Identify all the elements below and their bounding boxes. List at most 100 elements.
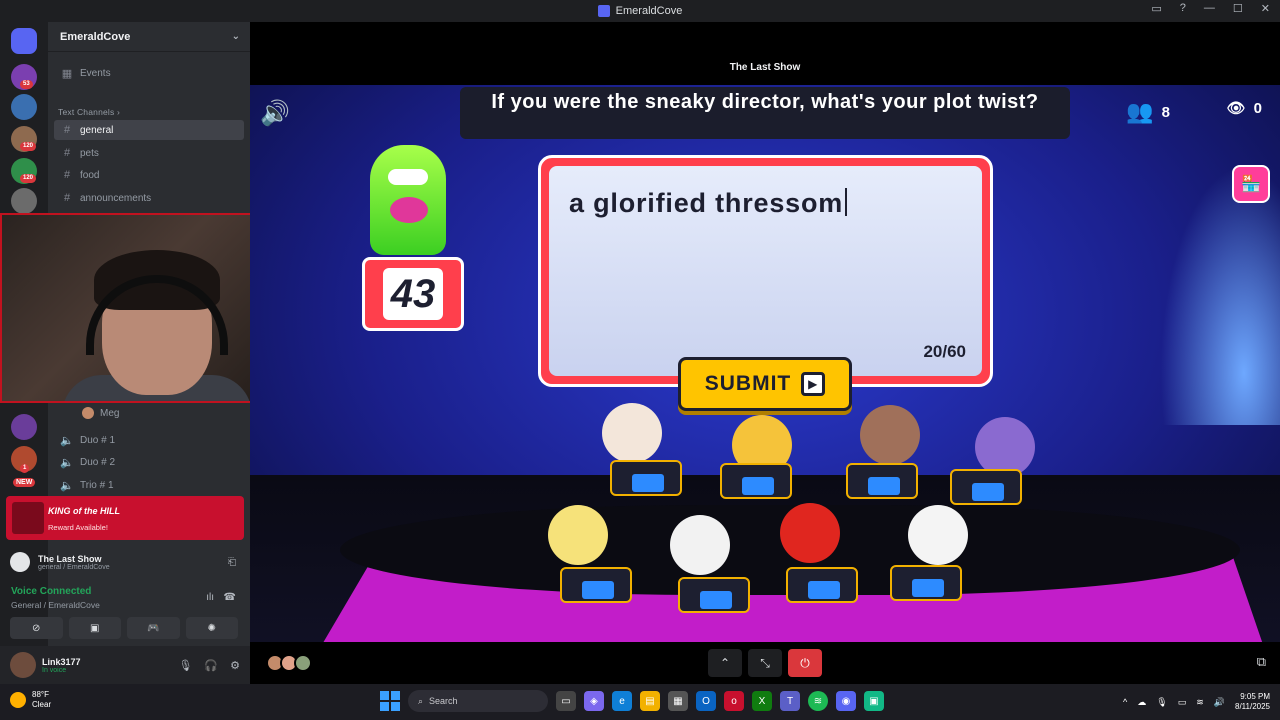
headphones-icon[interactable]: 🎧 [204, 659, 218, 672]
chevron-up-icon[interactable]: ⌃ [708, 649, 742, 677]
channel-announcements[interactable]: # announcements [54, 188, 244, 208]
clock-date: 8/11/2025 [1235, 702, 1270, 711]
voice-connected-label: Voice Connected [11, 586, 92, 597]
game-view: 🔊 If you were the sneaky director, what'… [250, 85, 1280, 660]
voice-channel-trio-1[interactable]: 🔈 Trio # 1 [54, 475, 244, 495]
display-icon[interactable]: ▭ [1178, 697, 1187, 708]
folder-icon[interactable]: ▤ [640, 691, 660, 711]
activity-card[interactable]: The Last Show general / EmeraldCove ⎗ [6, 548, 244, 576]
category-text-channels[interactable]: Text Channels › [58, 107, 120, 117]
close-icon[interactable]: ✕ [1261, 2, 1270, 15]
player-avatar [975, 417, 1035, 477]
countdown-timer: 43 [362, 257, 464, 331]
popout-icon[interactable]: ⧉ [1257, 654, 1266, 670]
maximize-icon[interactable]: ☐ [1233, 2, 1243, 15]
task-view-icon[interactable]: ▭ [556, 691, 576, 711]
xbox-icon[interactable]: X [752, 691, 772, 711]
volume-icon[interactable]: 🔊 [260, 99, 290, 128]
taskbar-search[interactable]: ⌕ Search [408, 690, 548, 712]
podium-screen [742, 477, 774, 495]
participant-avatars[interactable] [266, 654, 312, 672]
promo-banner[interactable]: KING of the HILL Reward Available! [6, 496, 244, 540]
channel-label: Duo # 1 [80, 434, 116, 446]
activities-button[interactable]: 🎮 [127, 617, 180, 639]
discord-home-icon[interactable] [11, 28, 37, 54]
player-podium [560, 567, 632, 603]
shop-button[interactable]: 🏪 [1232, 165, 1270, 203]
microphone-icon[interactable]: 🎙 [178, 659, 192, 672]
play-icon: ▶ [801, 372, 826, 396]
opera-icon[interactable]: o [724, 691, 744, 711]
weather-desc: Clear [32, 700, 52, 709]
discord-icon[interactable]: ◉ [836, 691, 856, 711]
leave-activity-icon[interactable]: ⎗ [228, 557, 236, 568]
avatar[interactable] [10, 652, 36, 678]
voice-member[interactable]: Meg [76, 403, 236, 423]
camera-off-button[interactable]: ⊘ [10, 617, 63, 639]
store-icon[interactable]: ▦ [668, 691, 688, 711]
volume-icon[interactable]: 🔊 [1214, 697, 1225, 708]
disconnect-icon[interactable]: ☎ [224, 592, 236, 603]
taskbar: 88°F Clear ⌕ Search ▭ ◈ e ▤ ▦ O o X T ≋ … [0, 684, 1280, 720]
chevron-down-icon: ⌄ [231, 31, 240, 42]
sun-icon [10, 692, 26, 708]
windows-start-icon[interactable] [380, 691, 400, 711]
player-avatar [908, 505, 968, 565]
copilot-icon[interactable]: ◈ [584, 691, 604, 711]
channel-pets[interactable]: # pets [54, 143, 244, 163]
edge-icon[interactable]: e [612, 691, 632, 711]
app-icon[interactable]: ▣ [864, 691, 884, 711]
voice-location[interactable]: General / EmeraldCove [11, 600, 100, 610]
server-header[interactable]: EmeraldCove ⌄ [48, 22, 250, 52]
server-badge: 120 [20, 174, 37, 183]
promo-title: KING of the HILL [48, 506, 120, 516]
avatar [82, 407, 94, 419]
player-podium [846, 463, 918, 499]
hash-icon: # [63, 147, 71, 159]
voice-controls: ⊘ ▣ 🎮 ✺ [10, 617, 238, 639]
search-placeholder: Search [429, 696, 458, 706]
soundboard-button[interactable]: ✺ [185, 617, 238, 639]
inbox-icon[interactable]: ▭ [1151, 2, 1161, 15]
server-icon[interactable] [11, 414, 37, 440]
gear-icon[interactable]: ⚙ [230, 659, 240, 672]
player-podium [678, 577, 750, 613]
events-item[interactable]: ▦ Events [54, 63, 244, 83]
minimize-icon[interactable]: — [1204, 2, 1215, 15]
channel-general[interactable]: # general [54, 120, 244, 140]
host-character [390, 197, 428, 223]
clock[interactable]: 9:05 PM 8/11/2025 [1235, 692, 1270, 712]
help-icon[interactable]: ? [1180, 2, 1186, 15]
shrink-icon[interactable]: ⤡ [748, 649, 782, 677]
cloud-icon[interactable]: ☁ [1137, 697, 1146, 708]
signal-icon[interactable]: ılı [206, 592, 214, 603]
window-title: EmeraldCove [615, 5, 683, 17]
outlook-icon[interactable]: O [696, 691, 716, 711]
server-icon[interactable] [11, 94, 37, 120]
spotify-icon[interactable]: ≋ [808, 691, 828, 711]
wifi-icon[interactable]: ≋ [1196, 697, 1204, 708]
podium-screen [808, 581, 840, 599]
activity-controls: ⌃ ⤡ ⏻ [250, 642, 1280, 684]
host-character [370, 145, 446, 255]
microphone-icon[interactable]: 🎙 [1156, 697, 1167, 708]
promo-subtitle: Reward Available! [48, 523, 108, 532]
submit-button[interactable]: SUBMIT ▶ [678, 357, 852, 411]
server-icon[interactable] [11, 188, 37, 214]
submit-label: SUBMIT [704, 372, 792, 395]
activity-title: The Last Show [38, 553, 102, 564]
answer-input[interactable]: a glorified thressom 20/60 [549, 166, 982, 376]
leave-activity-button[interactable]: ⏻ [788, 649, 822, 677]
screen-share-button[interactable]: ▣ [68, 617, 121, 639]
chevron-up-icon[interactable]: ^ [1123, 697, 1127, 707]
app-icon [597, 5, 610, 17]
hash-icon: # [63, 124, 71, 136]
channel-food[interactable]: # food [54, 165, 244, 185]
channel-label: food [80, 169, 100, 181]
weather-widget[interactable]: 88°F Clear [10, 690, 51, 710]
channel-label: pets [80, 147, 99, 159]
teams-icon[interactable]: T [780, 691, 800, 711]
voice-channel-duo-2[interactable]: 🔈 Duo # 2 [54, 452, 244, 472]
answer-box: a glorified thressom 20/60 [538, 155, 993, 387]
voice-channel-duo-1[interactable]: 🔈 Duo # 1 [54, 430, 244, 450]
